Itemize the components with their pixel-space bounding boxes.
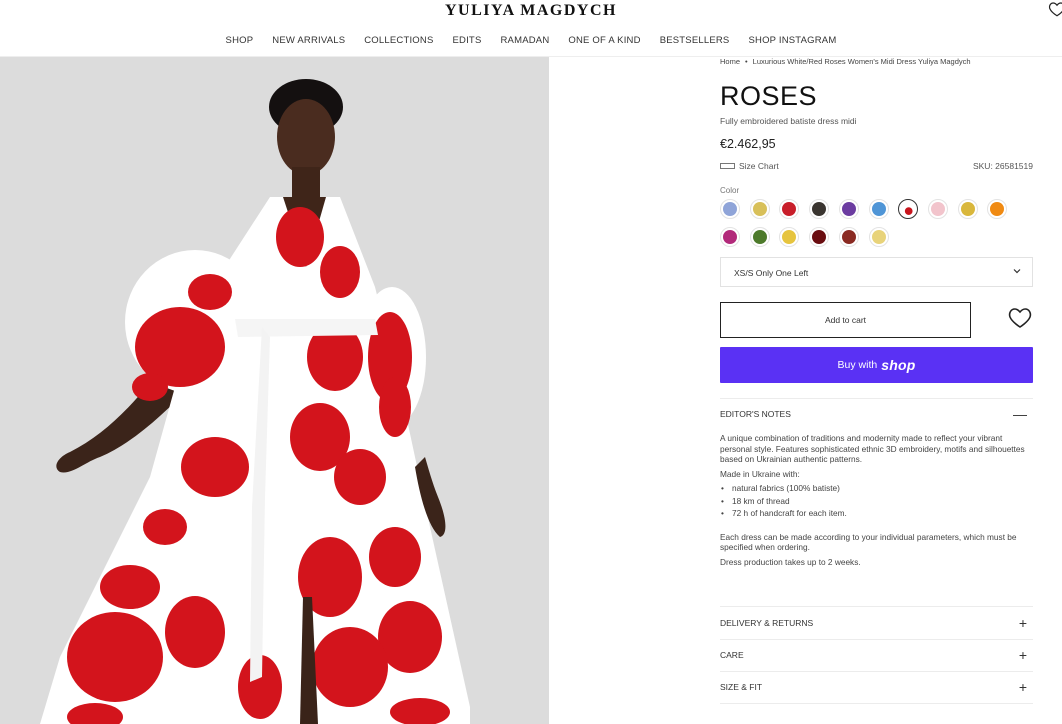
color-swatch[interactable] [720, 199, 740, 219]
color-swatch[interactable] [809, 199, 830, 219]
color-swatch[interactable] [749, 199, 770, 219]
editors-notes-title: EDITOR'S NOTES [720, 409, 791, 419]
list-item: natural fabrics (100% batiste) [720, 483, 1033, 494]
divider [720, 703, 1033, 704]
color-swatch[interactable] [838, 199, 859, 219]
size-dropdown-value: XS/S Only One Left [734, 268, 809, 278]
editors-notes-content: A unique combination of traditions and m… [720, 433, 1033, 571]
header: YULIYA MAGDYCH SHOP NEW ARRIVALS COLLECT… [0, 0, 1062, 57]
color-swatch[interactable] [868, 199, 889, 219]
list-item: 18 km of thread [720, 496, 1033, 507]
product-price: €2.462,95 [720, 137, 776, 151]
size-chart-label: Size Chart [739, 161, 779, 171]
product-photo[interactable] [0, 57, 549, 724]
color-swatch[interactable] [957, 199, 978, 219]
notes-bullets: natural fabrics (100% batiste) 18 km of … [720, 483, 1033, 519]
color-swatch[interactable] [898, 199, 919, 219]
list-item: 72 h of handcraft for each item. [720, 508, 1033, 519]
color-swatch[interactable] [809, 227, 830, 247]
color-swatch[interactable] [838, 227, 859, 247]
size-fit-header[interactable]: SIZE & FIT + [720, 679, 1033, 695]
color-swatch[interactable] [868, 227, 889, 247]
nav-bestsellers[interactable]: BESTSELLERS [660, 35, 730, 46]
nav-shop[interactable]: SHOP [226, 35, 254, 46]
divider [720, 639, 1033, 640]
breadcrumb-home[interactable]: Home [720, 57, 740, 66]
delivery-returns-title: DELIVERY & RETURNS [720, 618, 814, 628]
nav-new-arrivals[interactable]: NEW ARRIVALS [272, 35, 345, 46]
color-label: Color [720, 186, 740, 195]
color-swatch[interactable] [927, 199, 948, 219]
nav-collections[interactable]: COLLECTIONS [364, 35, 433, 46]
breadcrumb: Home • Luxurious White/Red Roses Women's M… [720, 57, 971, 66]
color-swatch[interactable] [779, 227, 800, 247]
notes-production: Dress production takes up to 2 weeks. [720, 556, 861, 567]
color-swatch[interactable] [987, 199, 1008, 219]
dress-illustration [40, 79, 470, 724]
divider [720, 398, 1033, 399]
expand-plus-icon[interactable]: + [1019, 647, 1027, 663]
product-subtitle: Fully embroidered batiste dress midi [720, 116, 857, 126]
delivery-returns-header[interactable]: DELIVERY & RETURNS + [720, 615, 1033, 631]
notes-made-in: Made in Ukraine with: [720, 468, 800, 479]
expand-plus-icon[interactable]: + [1019, 615, 1027, 631]
product-title: ROSES [720, 81, 818, 111]
color-swatch[interactable] [779, 199, 800, 219]
color-swatch[interactable] [720, 227, 740, 247]
color-swatch[interactable] [749, 227, 770, 247]
add-to-cart-button[interactable]: Add to cart [720, 302, 971, 338]
editors-notes-header[interactable]: EDITOR'S NOTES — [720, 406, 1033, 422]
divider [720, 606, 1033, 607]
buy-with-shop-button[interactable]: Buy with shop [720, 347, 1033, 383]
breadcrumb-separator: • [745, 57, 748, 66]
chevron-down-icon [1013, 269, 1021, 274]
notes-custom: Each dress can be made according to your… [720, 531, 1017, 553]
main-nav: SHOP NEW ARRIVALS COLLECTIONS EDITS RAMA… [0, 35, 1062, 46]
size-fit-title: SIZE & FIT [720, 682, 763, 692]
expand-plus-icon[interactable]: + [1019, 679, 1027, 695]
nav-ramadan[interactable]: RAMADAN [500, 35, 549, 46]
divider [720, 671, 1033, 672]
nav-edits[interactable]: EDITS [453, 35, 482, 46]
size-dropdown[interactable]: XS/S Only One Left [720, 257, 1033, 287]
product-sku: SKU: 26581519 [972, 161, 1033, 171]
ruler-icon [720, 163, 735, 169]
care-title: CARE [720, 650, 744, 660]
notes-intro: A unique combination of traditions and m… [720, 433, 1025, 464]
add-to-wishlist-heart-icon[interactable] [1008, 307, 1032, 329]
nav-one-of-a-kind[interactable]: ONE OF A KIND [568, 35, 640, 46]
wishlist-heart-icon[interactable] [1048, 0, 1062, 18]
care-header[interactable]: CARE + [720, 647, 1033, 663]
size-chart-link[interactable]: Size Chart [720, 161, 779, 171]
breadcrumb-current: Luxurious White/Red Roses Women's Midi D… [752, 57, 971, 66]
nav-shop-instagram[interactable]: SHOP INSTAGRAM [748, 35, 836, 46]
collapse-icon[interactable]: — [1013, 406, 1027, 422]
shop-pay-logo: shop [881, 357, 916, 373]
buy-with-label: Buy with [837, 359, 878, 371]
brand-logo[interactable]: YULIYA MAGDYCH [0, 2, 1062, 20]
